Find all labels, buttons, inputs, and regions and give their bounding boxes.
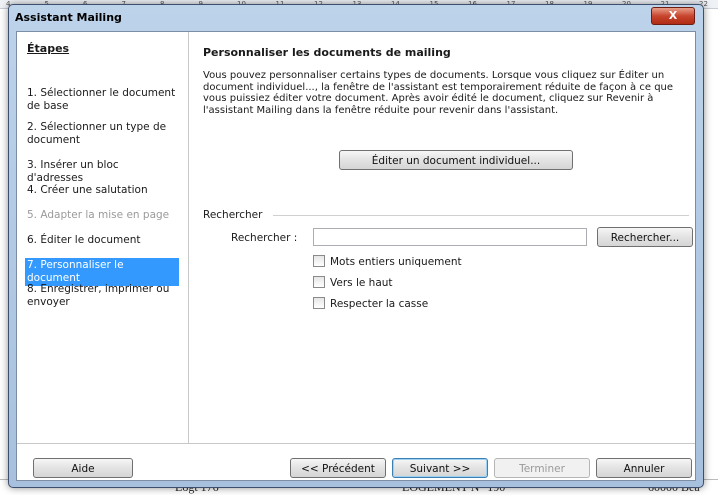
previous-button[interactable]: << Précédent xyxy=(290,458,386,478)
dialog-body: Étapes 1. Sélectionner le document de ba… xyxy=(16,31,696,481)
search-up-checkbox[interactable]: Vers le haut xyxy=(313,276,393,289)
match-case-checkbox[interactable]: Respecter la casse xyxy=(313,297,429,310)
footer-divider xyxy=(17,443,695,444)
search-group-label: Rechercher xyxy=(203,209,263,221)
close-button[interactable]: X xyxy=(651,7,695,25)
step-create-salutation[interactable]: 4. Créer une salutation xyxy=(25,183,179,198)
steps-panel: Étapes 1. Sélectionner le document de ba… xyxy=(17,32,189,443)
content-panel: Personnaliser les documents de mailing V… xyxy=(203,32,693,443)
step-save-print-send[interactable]: 8. Enregistrer, imprimer ou envoyer xyxy=(25,282,179,310)
checkbox-icon xyxy=(313,297,325,309)
step-insert-address-block[interactable]: 3. Insérer un bloc d'adresses xyxy=(25,158,179,186)
edit-individual-document-button[interactable]: Éditer un document individuel... xyxy=(339,150,573,170)
step-adjust-layout[interactable]: 5. Adapter la mise en page xyxy=(25,208,179,223)
title-bar[interactable]: Assistant Mailing X xyxy=(9,5,703,29)
step-select-base-document[interactable]: 1. Sélectionner le document de base xyxy=(25,86,179,114)
mailing-wizard-dialog: Assistant Mailing X Étapes 1. Sélectionn… xyxy=(8,4,704,488)
search-button[interactable]: Rechercher... xyxy=(597,227,693,247)
checkbox-icon xyxy=(313,276,325,288)
finish-button[interactable]: Terminer xyxy=(494,458,590,478)
cancel-button[interactable]: Annuler xyxy=(596,458,692,478)
next-button[interactable]: Suivant >> xyxy=(392,458,488,478)
close-icon: X xyxy=(668,9,678,22)
page-title: Personnaliser les documents de mailing xyxy=(203,46,451,59)
description-text: Vous pouvez personnaliser certains types… xyxy=(203,70,674,116)
step-edit-document[interactable]: 6. Éditer le document xyxy=(25,233,179,248)
whole-words-checkbox[interactable]: Mots entiers uniquement xyxy=(313,255,462,268)
window-title: Assistant Mailing xyxy=(15,11,122,24)
search-input[interactable] xyxy=(313,228,587,246)
search-group-divider xyxy=(273,215,689,216)
whole-words-label: Mots entiers uniquement xyxy=(330,256,462,268)
match-case-label: Respecter la casse xyxy=(330,298,429,310)
help-button[interactable]: Aide xyxy=(33,458,133,478)
search-up-label: Vers le haut xyxy=(330,277,393,289)
search-field-label: Rechercher : xyxy=(231,232,298,244)
step-select-document-type[interactable]: 2. Sélectionner un type de document xyxy=(25,120,179,148)
steps-title: Étapes xyxy=(27,42,70,55)
checkbox-icon xyxy=(313,255,325,267)
